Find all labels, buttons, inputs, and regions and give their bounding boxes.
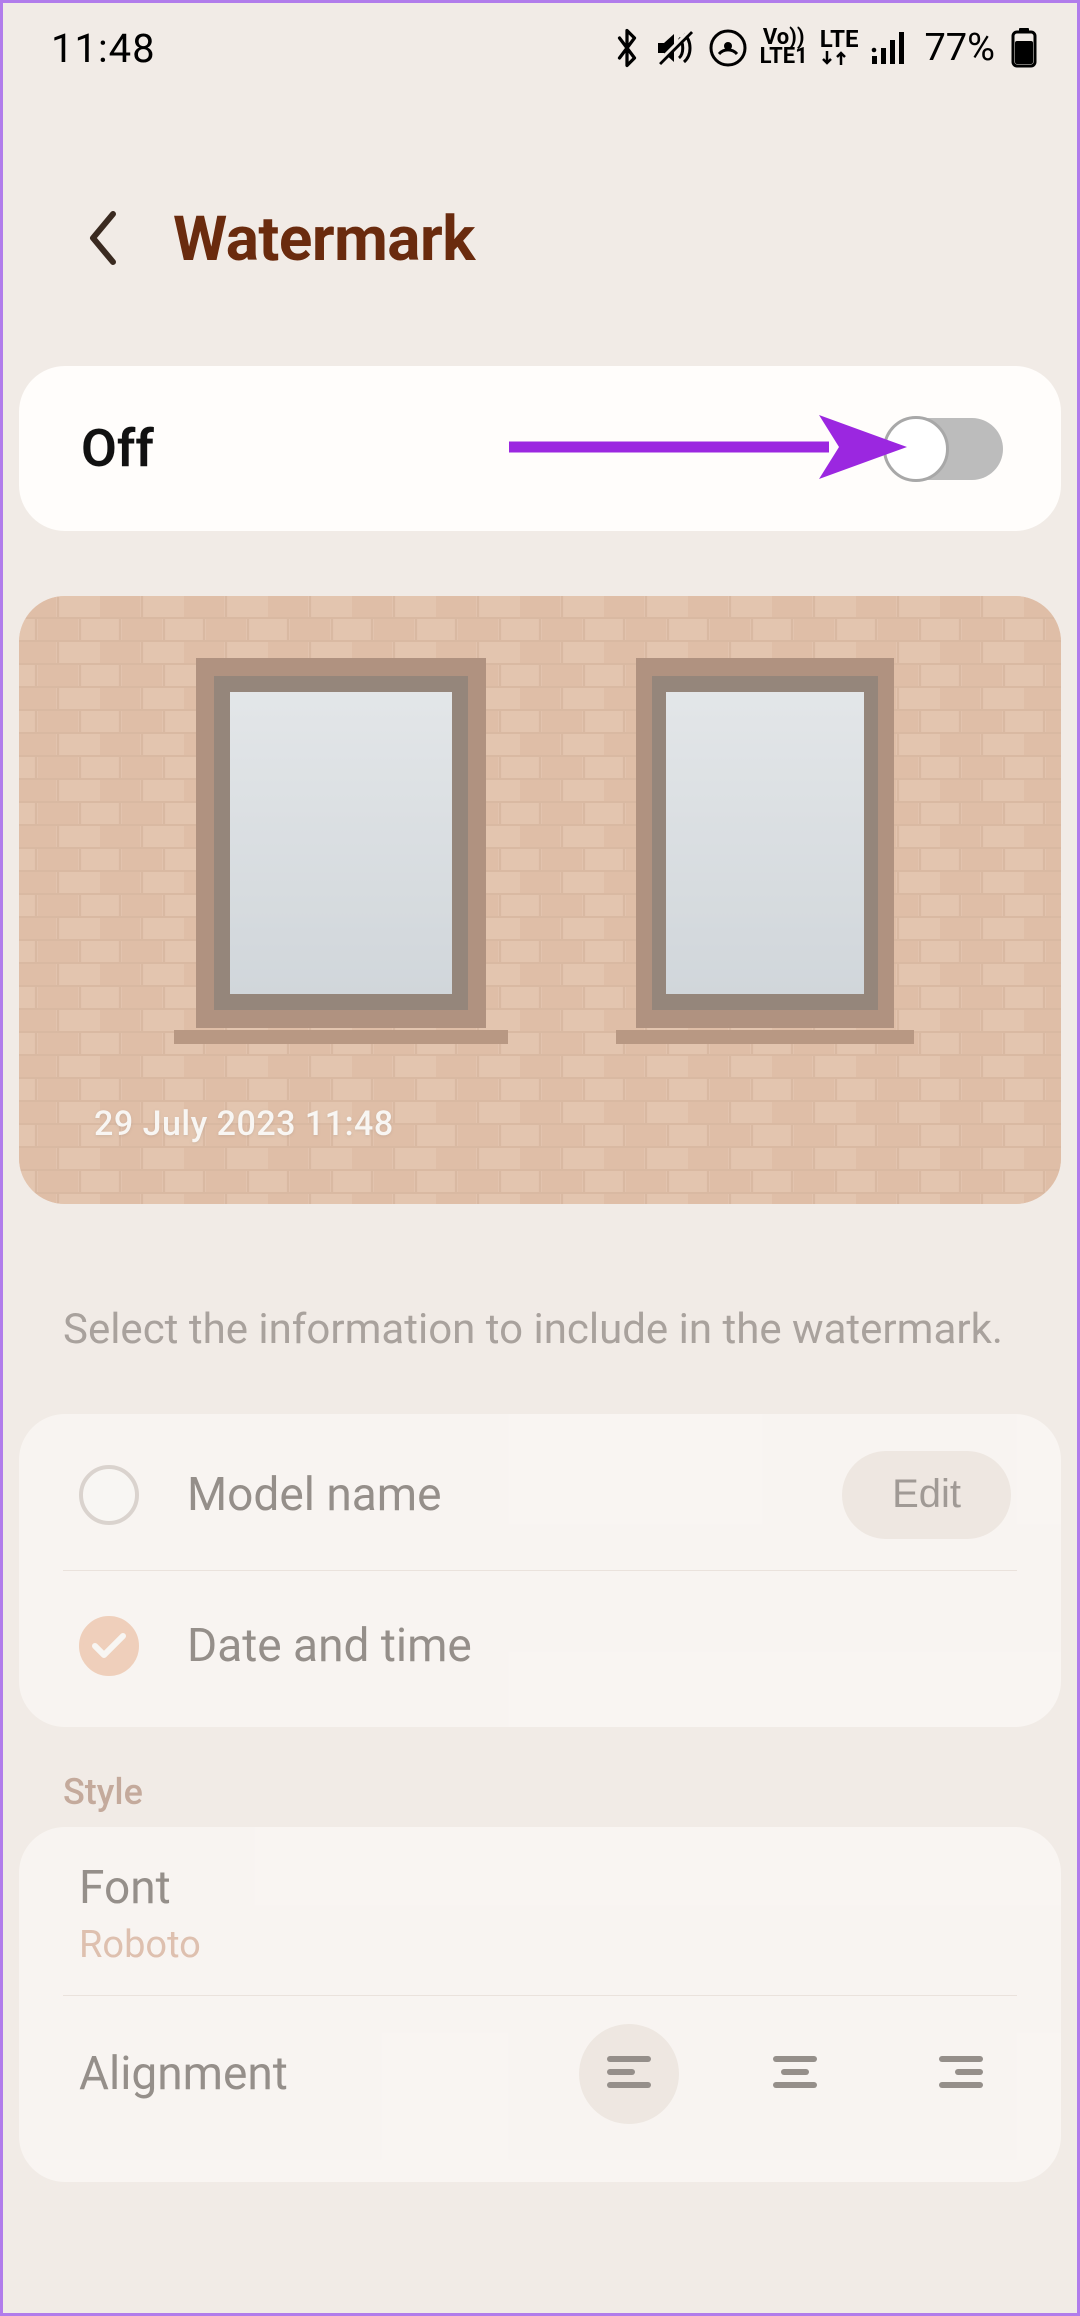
watermark-toggle-switch[interactable] [885,418,1003,480]
signal-icon [870,30,906,66]
style-section-title: Style [3,1727,1077,1827]
align-center-icon [772,2053,818,2094]
align-center-button[interactable] [745,2024,845,2124]
watermark-preview: 29 July 2023 11:48 [19,596,1061,1204]
option-model-name-label: Model name [187,1468,794,1522]
checkbox-date-time[interactable] [79,1616,139,1676]
divider [63,1570,1017,1571]
alignment-group [579,2024,1011,2124]
watermark-toggle-row[interactable]: Off [19,366,1061,531]
bluetooth-icon [612,28,642,68]
status-bar: 11:48 Vo)) LTE1 LTE [3,3,1077,93]
option-date-time[interactable]: Date and time [19,1571,1061,1721]
preview-watermark-text: 29 July 2023 11:48 [94,1104,394,1144]
preview-wall-icon [19,596,1061,1204]
watermark-toggle-label: Off [81,418,154,479]
network-type-icon: LTE [820,29,859,67]
align-left-icon [606,2053,652,2094]
hotspot-icon [708,28,748,68]
status-time: 11:48 [51,25,156,72]
battery-icon [1011,28,1037,68]
battery-percentage: 77% [924,26,995,70]
option-model-name[interactable]: Model name Edit [19,1420,1061,1570]
watermark-options-card: Model name Edit Date and time [19,1414,1061,1727]
status-icons-group: Vo)) LTE1 LTE 77% [612,26,1037,70]
option-date-time-label: Date and time [187,1619,1011,1673]
check-icon [91,1632,127,1660]
style-font-row[interactable]: Font Roboto [19,1833,1061,1995]
style-alignment-row: Alignment [19,1996,1061,2152]
info-hint: Select the information to include in the… [3,1204,1077,1414]
volte-icon: Vo)) LTE1 [760,29,808,66]
back-button[interactable] [73,210,133,270]
page-title: Watermark [173,203,475,276]
checkbox-model-name[interactable] [79,1465,139,1525]
annotation-arrow-icon [509,409,909,489]
style-card: Font Roboto Alignment [19,1827,1061,2182]
style-font-value: Roboto [79,1923,201,1967]
divider [63,1995,1017,1996]
back-chevron-icon [83,208,123,271]
switch-knob [883,416,949,482]
page-header: Watermark [3,93,1077,366]
mute-vibrate-icon [654,28,696,68]
align-right-button[interactable] [911,2024,1011,2124]
align-left-button[interactable] [579,2024,679,2124]
disabled-settings-region: 29 July 2023 11:48 Select the informatio… [3,596,1077,2182]
edit-model-name-button[interactable]: Edit [842,1451,1011,1539]
style-alignment-label: Alignment [79,2047,288,2101]
align-right-icon [938,2053,984,2094]
style-font-label: Font [79,1861,201,1915]
